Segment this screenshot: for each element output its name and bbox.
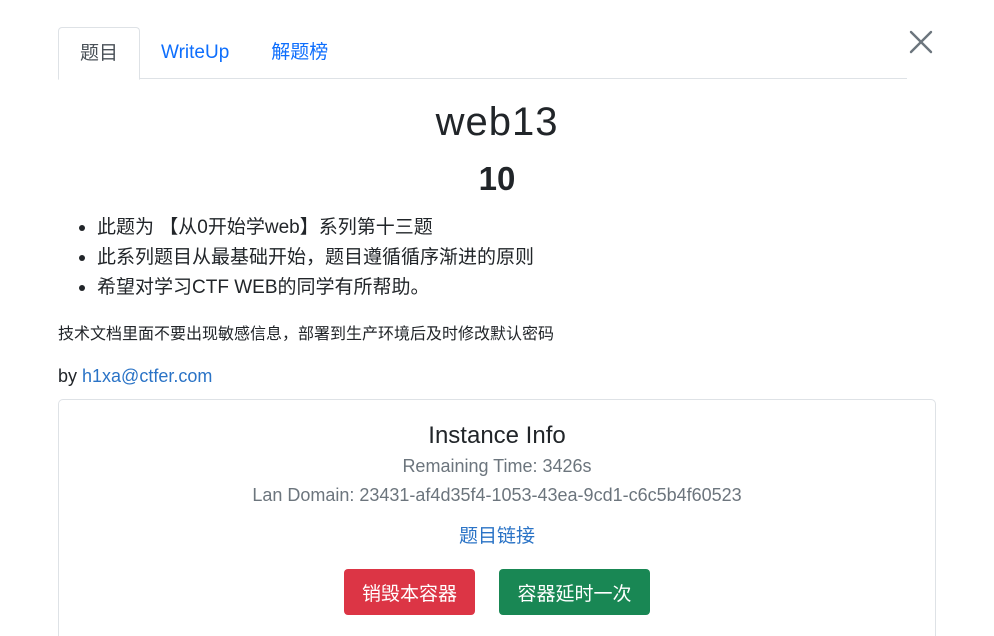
lan-domain: Lan Domain: 23431-af4d35f4-1053-43ea-9cd… [252,485,742,505]
challenge-points: 10 [478,160,516,197]
instance-info-card: Instance Info Remaining Time: 3426s Lan … [58,399,936,636]
challenge-hint: 技术文档里面不要出现敏感信息，部署到生产环境后及时修改默认密码 [58,326,555,343]
challenge-tabs: 题目 WriteUp 解题榜 [58,27,907,80]
tab-writeup[interactable]: WriteUp [140,27,250,79]
description-item: 此系列题目从最基础开始，题目遵循循序渐进的原则 [78,243,534,273]
challenge-modal: 题目 WriteUp 解题榜 web13 10 此题为 【从0开始学web】系列… [0,0,994,636]
author-prefix: by [58,366,83,386]
author-email-link[interactable]: h1xa@ctfer.com [82,366,212,386]
extend-container-button[interactable]: 容器延时一次 [499,569,650,615]
tab-challenge[interactable]: 题目 [58,27,141,80]
instance-info-title: Instance Info [428,422,566,449]
close-button[interactable] [905,27,937,59]
destroy-container-button[interactable]: 销毁本容器 [344,569,475,615]
challenge-link[interactable]: 题目链接 [459,526,535,547]
tab-solves[interactable]: 解题榜 [250,27,349,79]
description-item: 希望对学习CTF WEB的同学有所帮助。 [78,273,534,303]
challenge-description: 此题为 【从0开始学web】系列第十三题 此系列题目从最基础开始，题目遵循循序渐… [78,213,534,303]
close-icon [909,30,933,54]
remaining-time: Remaining Time: 3426s [402,456,592,476]
description-item: 此题为 【从0开始学web】系列第十三题 [78,213,534,243]
challenge-link-wrapper: 题目链接 [59,521,935,548]
challenge-author: by h1xa@ctfer.com [58,366,212,387]
challenge-name: web13 [435,100,559,144]
